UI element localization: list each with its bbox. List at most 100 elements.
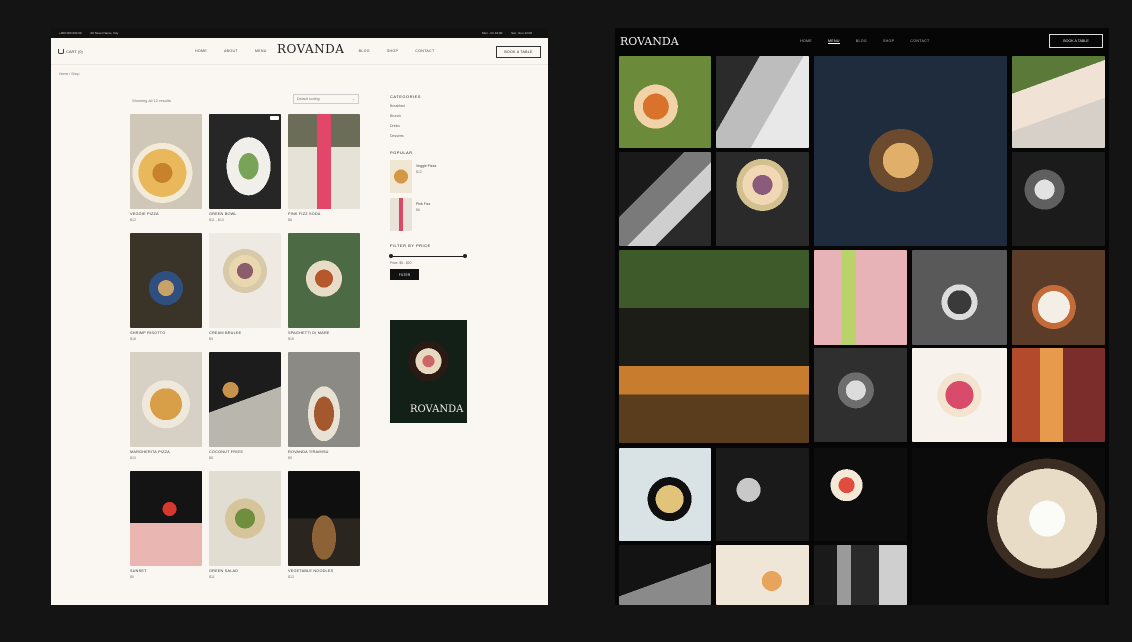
product-card[interactable]: COCONUT FRIES $8 (209, 352, 281, 460)
gallery-photo-cocktail[interactable] (619, 56, 711, 148)
product-image[interactable] (209, 352, 281, 447)
breadcrumb[interactable]: Home / Shop (59, 72, 79, 76)
popular-item[interactable]: Veggie Pizza $12 (390, 160, 480, 193)
product-image[interactable] (288, 471, 360, 566)
cart-link[interactable]: CART (0) (58, 48, 83, 54)
gallery-photo-strawberry-cocktail[interactable] (814, 448, 907, 541)
product-image[interactable] (209, 471, 281, 566)
product-image[interactable] (288, 114, 360, 209)
gallery-photo-bowl[interactable] (912, 250, 1007, 345)
product-name[interactable]: VEGETABLE NOODLES (288, 569, 333, 573)
popular-item[interactable]: Pink Fizz $6 (390, 198, 480, 231)
promo-banner[interactable]: ROVANDA (390, 320, 467, 423)
product-image[interactable] (130, 233, 202, 328)
product-name[interactable]: CREAM BRULEE (209, 331, 241, 335)
product-card[interactable]: MARGHERITA PIZZA $10 (130, 352, 202, 460)
product-name[interactable]: GREEN BOWL (209, 212, 237, 216)
nav-link-menu[interactable]: MENU (827, 39, 840, 44)
filter-button[interactable]: FILTER (390, 269, 419, 280)
nav-link-home[interactable]: HOME (195, 49, 207, 53)
product-card[interactable]: GREEN BOWL $11 - $13 (209, 114, 281, 222)
product-name[interactable]: SHRIMP RISOTTO (130, 331, 165, 335)
gallery-photo-terrace[interactable] (619, 250, 809, 443)
product-price: $8 (209, 456, 213, 460)
gallery-photo-couple[interactable] (716, 56, 809, 148)
category-link[interactable]: Brunch (390, 114, 480, 118)
product-name[interactable]: PINK FIZZ SODA (288, 212, 321, 216)
gallery-photo-berry-cake[interactable] (912, 348, 1007, 442)
product-name[interactable]: MARGHERITA PIZZA (130, 450, 170, 454)
popular-thumbnail[interactable] (390, 198, 412, 231)
nav-link-shop[interactable]: SHOP (883, 39, 894, 44)
product-image[interactable] (130, 352, 202, 447)
brand-logo[interactable]: ROVANDA (620, 35, 679, 48)
gallery-photo-hands[interactable] (619, 545, 711, 605)
product-image[interactable] (130, 114, 202, 209)
product-price: $6 (288, 218, 292, 222)
nav-link-about[interactable]: ABOUT (224, 49, 238, 53)
sort-select[interactable]: Default sorting ⌄ (293, 94, 359, 104)
product-name[interactable]: SUNSET (130, 569, 147, 573)
gallery-photo-women[interactable] (814, 545, 907, 605)
gallery-photo-woman-eating[interactable] (1012, 56, 1105, 148)
nav-link-shop[interactable]: SHOP (387, 49, 398, 53)
popular-name[interactable]: Pink Fizz (416, 202, 430, 206)
gallery-photo-crystal-glass[interactable] (814, 348, 907, 442)
product-name[interactable]: VEGGIE PIZZA (130, 212, 159, 216)
book-table-button[interactable]: BOOK A TABLE (1049, 34, 1103, 48)
product-card[interactable]: PINK FIZZ SODA $6 (288, 114, 360, 222)
product-name[interactable]: COCONUT FRIES (209, 450, 243, 454)
nav-link-blog[interactable]: BLOG (856, 39, 867, 44)
gallery-photo-noodles[interactable] (619, 448, 711, 541)
product-card[interactable]: SUNSET $9 (130, 471, 202, 579)
product-card[interactable]: CREAM BRULEE $9 (209, 233, 281, 341)
popular-heading: POPULAR (390, 150, 413, 155)
nav-link-home[interactable]: HOME (800, 39, 812, 44)
product-card[interactable]: SHRIMP RISOTTO $18 (130, 233, 202, 341)
category-link[interactable]: Drinks (390, 124, 480, 128)
gallery-photo-bartender[interactable] (619, 152, 711, 246)
book-table-button[interactable]: BOOK A TABLE (496, 46, 541, 58)
gallery-photo-flower-cake[interactable] (912, 448, 1105, 605)
gallery-photo-glasses[interactable] (1012, 152, 1105, 246)
gallery-photo-cream-dessert[interactable] (716, 152, 809, 246)
product-price: $10 (130, 456, 136, 460)
nav-link-contact[interactable]: CONTACT (415, 49, 434, 53)
popular-name[interactable]: Veggie Pizza (416, 164, 436, 168)
product-image[interactable] (130, 471, 202, 566)
category-link[interactable]: Desserts (390, 134, 480, 138)
gallery-page-mockup: ROVANDA HOME MENU BLOG SHOP CONTACT BOOK… (615, 28, 1109, 605)
popular-price: $12 (416, 170, 422, 174)
product-image[interactable] (209, 233, 281, 328)
nav-link-menu[interactable]: MENU (255, 49, 267, 53)
nav-link-contact[interactable]: CONTACT (910, 39, 929, 44)
product-name[interactable]: GREEN SALAD (209, 569, 238, 573)
nav-link-blog[interactable]: BLOG (359, 49, 370, 53)
product-name[interactable]: ROVANDA TIRAMISU (288, 450, 329, 454)
gallery-photo-sushi-board[interactable] (814, 56, 1007, 246)
gallery-photo-tart-plates[interactable] (716, 545, 809, 605)
product-price: $9 (288, 456, 292, 460)
product-price: $11 - $13 (209, 218, 224, 222)
product-image[interactable] (209, 114, 281, 209)
product-card[interactable]: SPAGHETTI DI MARE $16 (288, 233, 360, 341)
product-card[interactable]: VEGETABLE NOODLES $13 (288, 471, 360, 579)
product-card[interactable]: VEGGIE PIZZA $12 (130, 114, 202, 222)
product-card[interactable]: ROVANDA TIRAMISU $9 (288, 352, 360, 460)
product-image[interactable] (288, 233, 360, 328)
brand-logo[interactable]: ROVANDA (277, 42, 344, 56)
gallery-photo-pastry[interactable] (716, 448, 809, 541)
price-range-text: Price: $5 - $20 (390, 261, 412, 265)
category-link[interactable]: Breakfast (390, 104, 480, 108)
sale-badge (270, 116, 279, 120)
price-range-slider[interactable] (389, 254, 467, 258)
product-image[interactable] (288, 352, 360, 447)
gallery-photo-whiskey-drinks[interactable] (1012, 348, 1105, 442)
gallery-photo-chef-plating[interactable] (1012, 250, 1105, 345)
product-card[interactable]: GREEN SALAD $11 (209, 471, 281, 579)
results-count: Showing all 12 results (132, 98, 171, 103)
gallery-photo-green-drink[interactable] (814, 250, 907, 345)
product-name[interactable]: SPAGHETTI DI MARE (288, 331, 330, 335)
nav-links: HOME MENU BLOG SHOP CONTACT (800, 39, 930, 44)
popular-thumbnail[interactable] (390, 160, 412, 193)
